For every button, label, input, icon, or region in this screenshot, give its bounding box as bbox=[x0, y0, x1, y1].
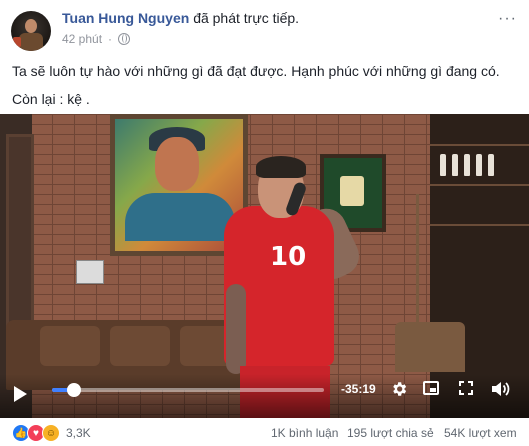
post-stats-bar: 👍 ♥ ☺ 3,3K 1K bình luận 195 lượt chia sẻ… bbox=[0, 418, 529, 446]
reaction-summary[interactable]: 👍 ♥ ☺ 3,3K bbox=[12, 424, 91, 442]
post-timestamp[interactable]: 42 phút bbox=[62, 32, 102, 46]
fullscreen-icon[interactable] bbox=[458, 380, 474, 396]
time-remaining: -35:19 bbox=[341, 382, 376, 396]
views-count: 54K lượt xem bbox=[444, 426, 517, 440]
picture-in-picture-icon[interactable] bbox=[423, 381, 439, 395]
globe-icon bbox=[118, 33, 131, 45]
progress-bar[interactable] bbox=[52, 383, 324, 397]
post-meta: 42 phút · bbox=[62, 32, 131, 46]
haha-reaction-icon: ☺ bbox=[42, 424, 60, 442]
volume-icon[interactable] bbox=[490, 380, 510, 398]
post-text-line-1: Ta sẽ luôn tự hào với những gì đã đạt đư… bbox=[12, 63, 500, 79]
author-name-link[interactable]: Tuan Hung Nguyen bbox=[62, 10, 189, 26]
author-avatar[interactable] bbox=[11, 11, 51, 51]
post-text: Ta sẽ luôn tự hào với những gì đã đạt đư… bbox=[12, 60, 517, 116]
comments-count-link[interactable]: 1K bình luận bbox=[271, 426, 338, 440]
play-icon[interactable] bbox=[14, 386, 27, 402]
more-options-button[interactable]: ··· bbox=[498, 10, 517, 28]
post-header-line: Tuan Hung Nguyen đã phát trực tiếp. bbox=[62, 10, 299, 26]
post-header: Tuan Hung Nguyen đã phát trực tiếp. 42 p… bbox=[0, 0, 529, 54]
jersey-number: 10 bbox=[270, 242, 307, 272]
post-text-line-2: Còn lại : kệ . bbox=[12, 91, 90, 107]
gear-icon[interactable] bbox=[390, 380, 408, 398]
post-action-text: đã phát trực tiếp. bbox=[193, 10, 300, 26]
reaction-count[interactable]: 3,3K bbox=[66, 426, 91, 440]
progress-scrubber[interactable] bbox=[66, 383, 81, 397]
shares-count-link[interactable]: 195 lượt chia sẻ bbox=[347, 426, 434, 440]
video-player[interactable]: 10 -35:19 bbox=[0, 114, 529, 418]
video-controls-bar bbox=[0, 374, 529, 418]
